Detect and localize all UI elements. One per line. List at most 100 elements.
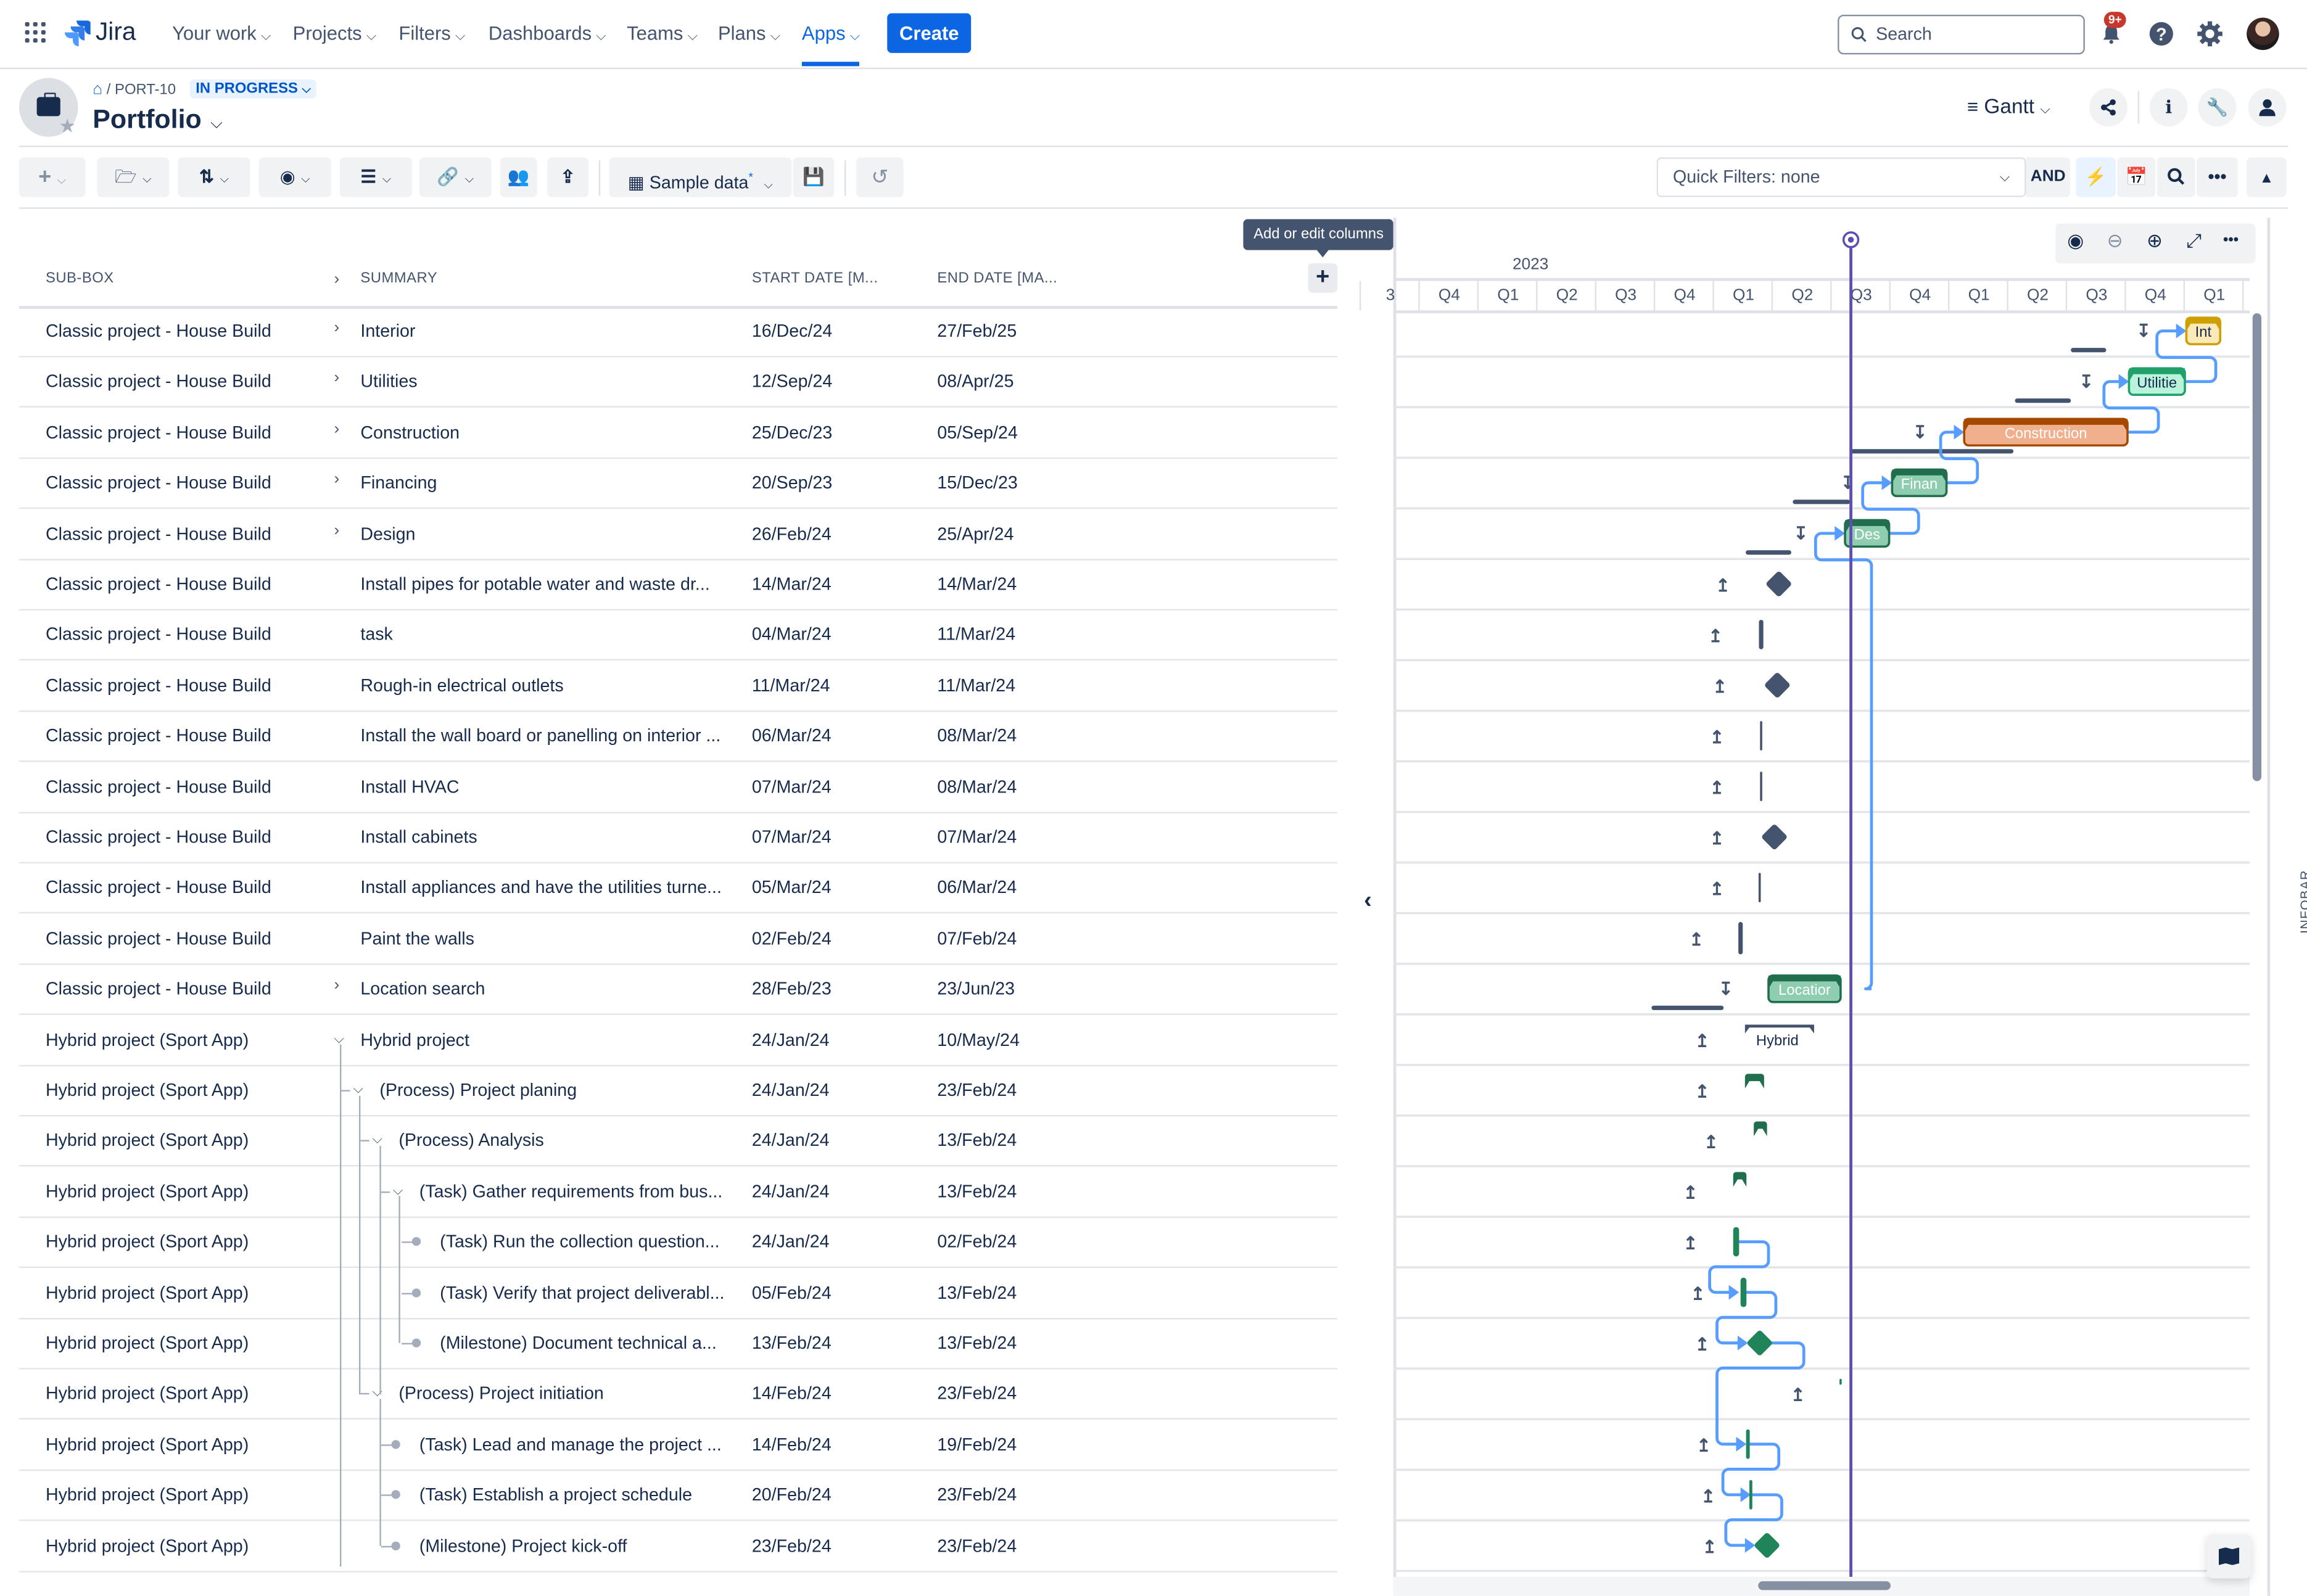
column-header-start-date[interactable]: START DATE [M...	[752, 271, 878, 287]
table-row[interactable]: Classic project - House Build Paint the w…	[19, 913, 1338, 965]
nav-apps[interactable]: Apps ⌵	[801, 22, 861, 67]
expand-all-icon[interactable]: ›	[334, 271, 339, 289]
table-row[interactable]: Classic project - House Build Location se…	[19, 964, 1338, 1016]
filter-operator-toggle[interactable]: AND	[2026, 157, 2070, 197]
issue-key-link[interactable]: PORT-10	[115, 83, 176, 99]
task-bar[interactable]	[1738, 922, 1743, 955]
help-button[interactable]: ?	[2145, 18, 2177, 50]
team-button[interactable]: 👥	[500, 157, 537, 197]
cell-end-date[interactable]: 23/Feb/24	[937, 1484, 1017, 1505]
table-row[interactable]: Hybrid project (Sport App) (Process) Proj…	[19, 1368, 1338, 1420]
milestone-diamond[interactable]	[1754, 1532, 1781, 1559]
cell-summary[interactable]: (Process) Analysis	[398, 1130, 543, 1151]
cell-summary[interactable]: Install the wall board or panelling on i…	[360, 725, 720, 746]
app-switcher-icon[interactable]	[25, 22, 46, 43]
task-bar[interactable]	[1760, 771, 1762, 801]
visibility-button[interactable]: ◉ ⌵	[258, 157, 331, 197]
cell-start-date[interactable]: 07/Mar/24	[752, 776, 832, 796]
cell-summary[interactable]: (Task) Gather requirements from bus...	[419, 1181, 723, 1201]
table-row[interactable]: Classic project - House Build Install HVA…	[19, 762, 1338, 813]
cell-start-date[interactable]: 13/Feb/24	[752, 1333, 832, 1353]
nav-projects[interactable]: Projects ⌵	[293, 22, 376, 44]
cell-end-date[interactable]: 08/Apr/25	[937, 371, 1013, 392]
column-header-summary[interactable]: SUMMARY	[360, 271, 437, 287]
info-button[interactable]: i	[2149, 88, 2188, 127]
search-input[interactable]: Search	[1838, 14, 2085, 55]
add-column-button[interactable]: +	[1308, 263, 1338, 293]
cell-summary[interactable]: Utilities	[360, 371, 417, 392]
minimap-button[interactable]	[2206, 1534, 2251, 1579]
milestone-diamond[interactable]	[1761, 823, 1788, 850]
table-row[interactable]: Hybrid project (Sport App) (Task) Lead an…	[19, 1419, 1338, 1471]
task-bar[interactable]	[1839, 1378, 1842, 1385]
sort-button[interactable]: ⇅ ⌵	[178, 157, 250, 197]
share-button[interactable]	[2089, 88, 2127, 127]
table-row[interactable]: Classic project - House Build Install app…	[19, 863, 1338, 915]
vertical-scrollbar[interactable]	[2252, 313, 2262, 781]
chevron-down-icon[interactable]: ⌵	[353, 1081, 363, 1097]
task-bar[interactable]	[1749, 1479, 1752, 1510]
table-row[interactable]: Classic project - House Build Constructio…	[19, 407, 1338, 459]
cell-summary[interactable]: Install HVAC	[360, 776, 459, 796]
cell-end-date[interactable]: 05/Sep/24	[937, 422, 1018, 442]
table-row[interactable]: Classic project - House Build Utilities 12…	[19, 356, 1338, 408]
gantt-bar-location-search[interactable]: Locatior	[1767, 974, 1842, 1003]
status-badge[interactable]: IN PROGRESS ⌵	[189, 79, 317, 99]
view-selector[interactable]: ≡ Gantt ⌵	[1967, 94, 2050, 118]
chevron-right-icon[interactable]: ›	[334, 977, 339, 995]
cell-end-date[interactable]: 19/Feb/24	[937, 1434, 1017, 1454]
cell-end-date[interactable]: 15/Dec/23	[937, 472, 1017, 493]
cell-start-date[interactable]: 24/Jan/24	[752, 1130, 830, 1151]
cell-start-date[interactable]: 16/Dec/24	[752, 321, 832, 341]
user-settings-button[interactable]	[2248, 88, 2287, 127]
create-button[interactable]: Create	[887, 13, 972, 53]
chevron-right-icon[interactable]: ›	[334, 421, 339, 438]
cell-summary[interactable]: (Process) Project initiation	[398, 1383, 603, 1404]
gantt-bar-utilities[interactable]: Utilitie	[2127, 367, 2186, 396]
grouping-button[interactable]: ☰ ⌵	[339, 157, 412, 197]
task-bar[interactable]	[1746, 1429, 1750, 1459]
milestone-diamond[interactable]	[1765, 570, 1793, 598]
chevron-right-icon[interactable]: ›	[334, 319, 339, 337]
cell-start-date[interactable]: 26/Feb/24	[752, 523, 832, 543]
task-bar[interactable]	[1760, 721, 1762, 751]
nav-your-work[interactable]: Your work ⌵	[172, 22, 271, 44]
dataset-selector[interactable]: ▦ Sample data* ⌵	[609, 157, 792, 197]
cell-end-date[interactable]: 13/Feb/24	[937, 1333, 1017, 1353]
table-row[interactable]: Hybrid project (Sport App) (Process) Anal…	[19, 1116, 1338, 1167]
task-bar[interactable]	[1740, 1277, 1747, 1307]
cell-summary[interactable]: (Task) Lead and manage the project ...	[419, 1434, 722, 1454]
cell-start-date[interactable]: 07/Mar/24	[752, 826, 832, 847]
table-row[interactable]: Hybrid project (Sport App) (Milestone) Pr…	[19, 1520, 1338, 1572]
cell-summary[interactable]: (Task) Establish a project schedule	[419, 1484, 692, 1505]
cell-summary[interactable]: (Process) Project planing	[379, 1080, 577, 1100]
cell-summary[interactable]: Rough-in electrical outlets	[360, 675, 563, 695]
milestone-diamond[interactable]	[1746, 1330, 1773, 1357]
task-bar[interactable]	[1759, 620, 1764, 649]
cell-start-date[interactable]: 14/Mar/24	[752, 574, 832, 594]
cell-start-date[interactable]: 02/Feb/24	[752, 928, 832, 948]
table-row[interactable]: Hybrid project (Sport App) (Task) Gather …	[19, 1166, 1338, 1218]
automation-button[interactable]: ⚡	[2076, 157, 2116, 197]
collapse-header-button[interactable]: ▲	[2247, 157, 2287, 197]
cell-start-date[interactable]: 24/Jan/24	[752, 1181, 830, 1201]
page-title[interactable]: Portfolio ⌵	[93, 104, 223, 135]
cell-start-date[interactable]: 05/Mar/24	[752, 878, 832, 898]
export-button[interactable]: ⇪	[547, 157, 589, 197]
cell-summary[interactable]: (Task) Verify that project deliverabl...	[440, 1282, 724, 1302]
table-row[interactable]: Hybrid project (Sport App) (Milestone) Do…	[19, 1318, 1338, 1370]
cell-start-date[interactable]: 20/Feb/24	[752, 1484, 832, 1505]
cell-end-date[interactable]: 07/Feb/24	[937, 928, 1017, 948]
cell-start-date[interactable]: 04/Mar/24	[752, 624, 832, 644]
cell-summary[interactable]: Paint the walls	[360, 928, 474, 948]
table-row[interactable]: Classic project - House Build Interior 16/…	[19, 306, 1338, 358]
gantt-summary-bar[interactable]	[1744, 1074, 1764, 1089]
gantt-summary-bar[interactable]	[1754, 1121, 1767, 1137]
milestone-diamond[interactable]	[1764, 672, 1791, 699]
table-row[interactable]: Classic project - House Build Install pip…	[19, 559, 1338, 611]
add-item-button[interactable]: + ⌵	[19, 157, 86, 197]
cell-summary[interactable]: Interior	[360, 321, 415, 341]
cell-summary[interactable]: (Milestone) Document technical a...	[440, 1333, 717, 1353]
gantt-bar-construction[interactable]: Construction	[1963, 418, 2129, 447]
save-button[interactable]: 💾	[793, 157, 835, 197]
